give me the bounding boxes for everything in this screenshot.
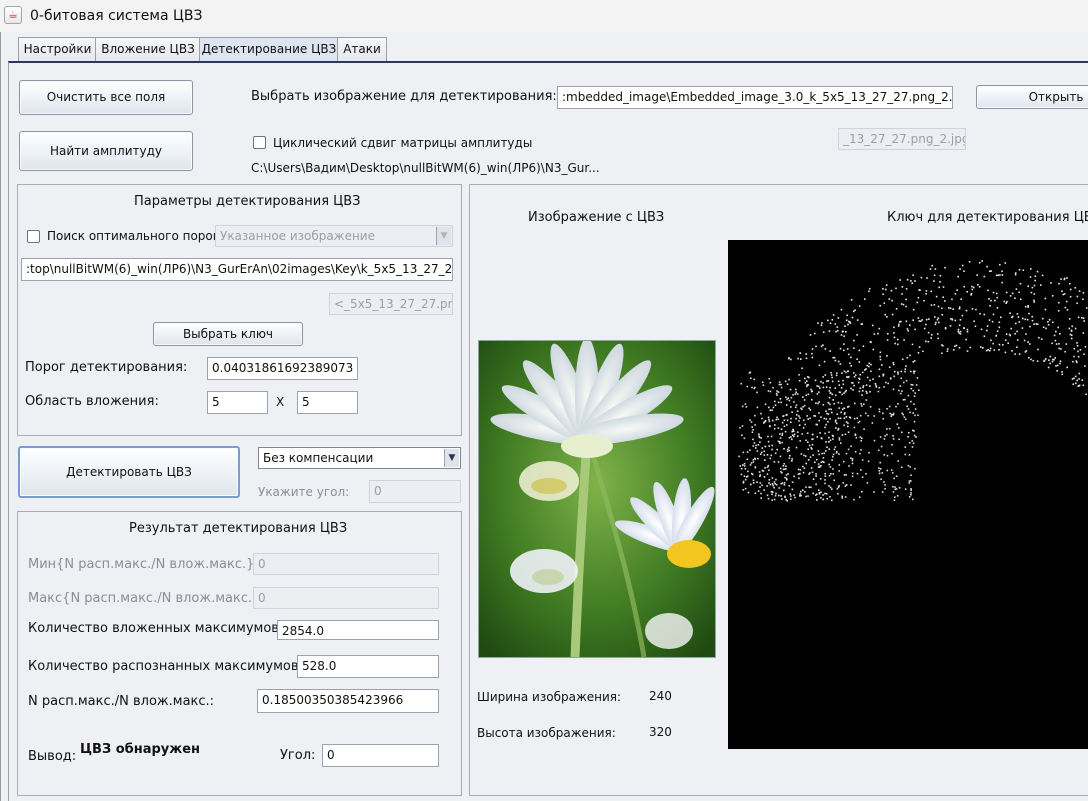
- chevron-down-icon: ▼: [436, 227, 451, 245]
- area-label: Область вложения:: [25, 394, 159, 409]
- cyclic-shift-label: Циклический сдвиг матрицы амплитуды: [273, 136, 533, 150]
- choose-key-button[interactable]: Выбрать ключ: [153, 322, 303, 346]
- angle-hint-label: Укажите угол:: [258, 485, 350, 499]
- working-path-text: C:\Users\Вадим\Desktop\nullBitWM(6)_win(…: [251, 161, 600, 175]
- max-ratio-label: Макс{N расп.макс./N влож.макс.}:: [28, 591, 265, 606]
- image-width-label: Ширина изображения:: [477, 690, 622, 704]
- tab-embed[interactable]: Вложение ЦВЗ: [95, 37, 201, 62]
- min-ratio-field: 0: [253, 553, 439, 575]
- key-dot-pattern: [738, 260, 1088, 502]
- compensation-select[interactable]: Без компенсации ▼: [258, 447, 461, 469]
- clear-all-button[interactable]: Очистить все поля: [19, 80, 193, 115]
- optimal-threshold-checkbox[interactable]: [27, 230, 40, 243]
- image-height-value: 320: [649, 725, 672, 739]
- open-image-button[interactable]: Открыть: [976, 85, 1088, 109]
- image-path-field[interactable]: :mbedded_image\Embedded_image_3.0_k_5x5_…: [557, 86, 953, 109]
- chevron-down-icon[interactable]: ▼: [444, 449, 459, 467]
- angle-hint-field: 0: [369, 480, 461, 503]
- key-path-hint: <_5x5_13_27_27.png: [329, 293, 453, 315]
- threshold-field[interactable]: 0.04031861692389073: [207, 357, 358, 380]
- source-select: Указанное изображение ▼: [215, 225, 453, 247]
- area-width-field[interactable]: 5: [207, 391, 268, 414]
- find-amplitude-button[interactable]: Найти амплитуду: [19, 131, 193, 171]
- compensation-select-value: Без компенсации: [263, 451, 374, 465]
- image-width-value: 240: [649, 689, 672, 703]
- tab-settings[interactable]: Настройки: [18, 37, 97, 62]
- area-x-label: X: [276, 395, 285, 409]
- ratio-label: N расп.макс./N влож.макс.:: [28, 694, 215, 709]
- ratio-field[interactable]: 0.18500350385423966: [257, 689, 439, 713]
- key-path-field[interactable]: :top\nullBitWM(6)_win(ЛР6)\N3_GurErAn\02…: [21, 258, 453, 281]
- min-ratio-label: Мин{N расп.макс./N влож.макс.}:: [28, 557, 259, 572]
- watermarked-image: [478, 338, 716, 658]
- tab-detect[interactable]: Детектирование ЦВЗ: [199, 37, 339, 63]
- key-preview-title: Ключ для детектирования ЦВЗ: [887, 210, 1088, 225]
- recognized-maxima-label: Количество распознанных максимумов:: [28, 659, 303, 674]
- threshold-label: Порог детектирования:: [25, 360, 188, 375]
- cyclic-shift-checkbox[interactable]: [253, 136, 266, 149]
- image-path-hint: _13_27_27.png_2.jpg: [838, 128, 966, 150]
- max-ratio-field: 0: [253, 587, 439, 609]
- recognized-maxima-field[interactable]: 528.0: [297, 655, 439, 678]
- output-value: ЦВЗ обнаружен: [80, 742, 201, 757]
- choose-image-label: Выбрать изображение для детектирования:: [251, 89, 557, 104]
- key-image: [728, 240, 1088, 749]
- angle-field[interactable]: 0: [322, 744, 439, 767]
- output-label: Вывод:: [28, 749, 77, 764]
- image-preview-title: Изображение с ЦВЗ: [528, 210, 665, 225]
- angle-label: Угол:: [280, 748, 316, 763]
- optimal-threshold-label: Поиск оптимального порога: [47, 229, 227, 243]
- source-select-value: Указанное изображение: [220, 229, 375, 243]
- params-title: Параметры детектирования ЦВЗ: [134, 194, 361, 209]
- image-height-label: Высота изображения:: [477, 726, 616, 740]
- embedded-maxima-label: Количество вложенных максимумов:: [28, 621, 284, 636]
- java-cup-icon[interactable]: ☕: [4, 6, 22, 24]
- area-height-field[interactable]: 5: [297, 391, 358, 414]
- result-title: Результат детектирования ЦВЗ: [129, 521, 348, 536]
- window-title: 0-битовая система ЦВЗ: [30, 8, 203, 24]
- tab-attacks[interactable]: Атаки: [337, 37, 387, 62]
- detect-watermark-button[interactable]: Детектировать ЦВЗ: [18, 446, 240, 498]
- embedded-maxima-field[interactable]: 2854.0: [277, 620, 439, 640]
